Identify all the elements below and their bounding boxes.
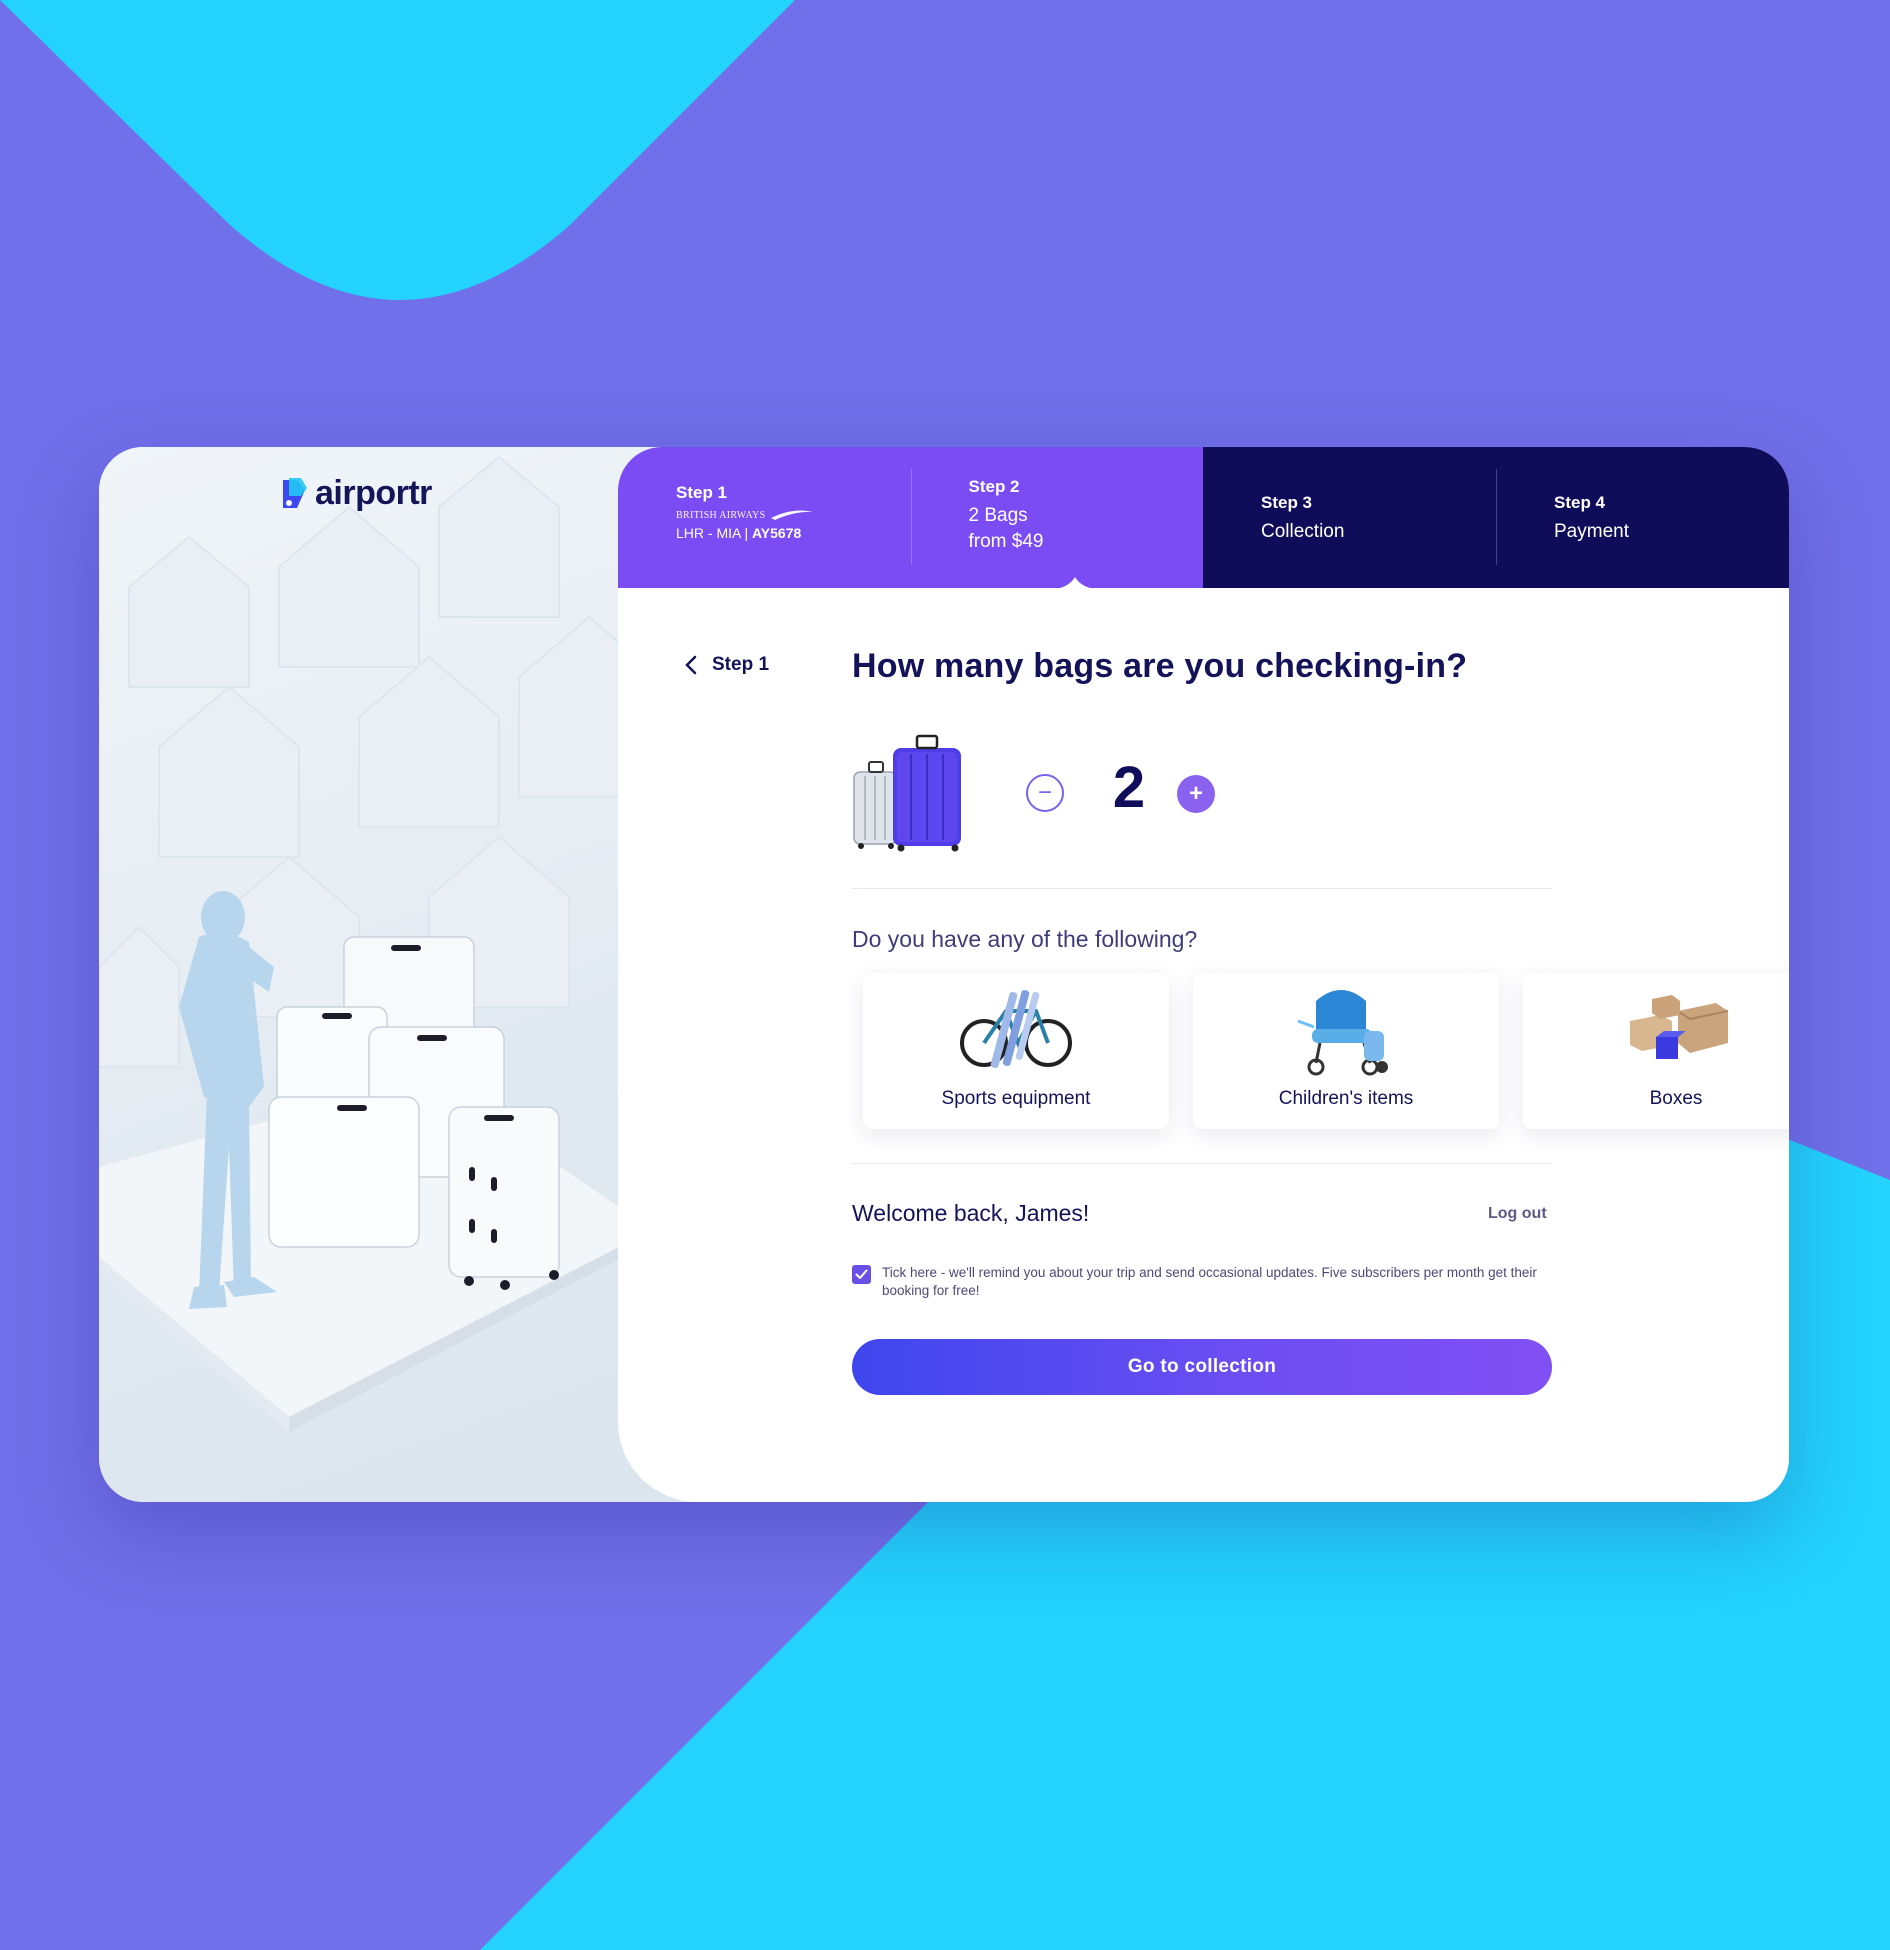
- page-title: How many bags are you checking-in?: [852, 647, 1468, 685]
- updates-checkbox[interactable]: [852, 1265, 871, 1284]
- go-to-collection-button[interactable]: Go to collection: [852, 1339, 1552, 1395]
- logo-tag-icon: [283, 477, 307, 508]
- option-label: Sports equipment: [941, 1088, 1091, 1109]
- flight-route: LHR - MIA | AY5678: [676, 525, 911, 541]
- divider: [852, 1163, 1552, 1164]
- option-label: Boxes: [1649, 1088, 1703, 1109]
- route-text: LHR - MIA |: [676, 525, 752, 541]
- bag-count: 2: [1112, 755, 1146, 820]
- step-2-bags: 2 Bags: [968, 505, 1028, 526]
- option-boxes[interactable]: Boxes: [1523, 973, 1789, 1129]
- traveller-with-luggage-illustration: [99, 455, 660, 1432]
- step-4-title: Step 4: [1554, 493, 1606, 512]
- chevron-left-icon: [685, 655, 697, 675]
- boxes-icon: [1630, 995, 1729, 1059]
- booking-card: airportr Step 1 BRITISH AIRWAYS LHR - MI…: [99, 447, 1789, 1502]
- step-1[interactable]: Step 1 BRITISH AIRWAYS LHR - MIA | AY567…: [618, 447, 911, 588]
- bags-form: Step 1 How many bags are you checking-in…: [618, 588, 1789, 1502]
- back-label: Step 1: [712, 654, 770, 675]
- logo-wordmark: airportr: [315, 474, 432, 512]
- bicycle-icon: [960, 989, 1072, 1069]
- airline-name: BRITISH AIRWAYS: [676, 509, 911, 521]
- step-2-price: from $49: [968, 531, 1044, 552]
- airportr-logo[interactable]: airportr: [277, 474, 432, 513]
- decrease-bags-button[interactable]: −: [1026, 774, 1064, 812]
- step-3[interactable]: Step 3 Collection: [1203, 447, 1496, 588]
- booking-steps: Step 1 BRITISH AIRWAYS LHR - MIA | AY567…: [618, 447, 1789, 589]
- step-3-title: Step 3: [1261, 493, 1313, 512]
- step-1-title: Step 1: [676, 483, 728, 502]
- step-3-label: Collection: [1261, 521, 1345, 542]
- completed-steps: Step 1 BRITISH AIRWAYS LHR - MIA | AY567…: [618, 447, 1204, 589]
- option-sports-equipment[interactable]: Sports equipment: [863, 973, 1169, 1129]
- airline-speedmarque-icon: [771, 510, 814, 520]
- option-label: Children's items: [1278, 1088, 1414, 1109]
- logout-link[interactable]: Log out: [1488, 1205, 1547, 1223]
- step-2-title: Step 2: [968, 477, 1020, 496]
- divider: [852, 888, 1552, 889]
- increase-bags-button[interactable]: +: [1177, 775, 1215, 813]
- back-button[interactable]: Step 1: [684, 654, 769, 676]
- stroller-icon: [1297, 990, 1388, 1076]
- consent-text: Tick here - we'll remind you about your …: [882, 1265, 1537, 1298]
- checkmark-icon: [855, 1269, 868, 1279]
- option-childrens-items[interactable]: Children's items: [1193, 973, 1499, 1129]
- step-2[interactable]: Step 2 2 Bags from $49: [910, 447, 1204, 588]
- flight-number: AY5678: [751, 525, 802, 541]
- step-4[interactable]: Step 4 Payment: [1496, 447, 1789, 588]
- extras-question: Do you have any of the following?: [852, 926, 1198, 952]
- airline-label: BRITISH AIRWAYS: [676, 509, 766, 521]
- suitcases-icon: [853, 734, 961, 852]
- welcome-message: Welcome back, James!: [852, 1200, 1090, 1226]
- hero-illustration-panel: airportr: [99, 447, 679, 1502]
- step-4-label: Payment: [1554, 521, 1629, 542]
- upcoming-steps: Step 3 Collection Step 4 Payment: [1203, 447, 1789, 588]
